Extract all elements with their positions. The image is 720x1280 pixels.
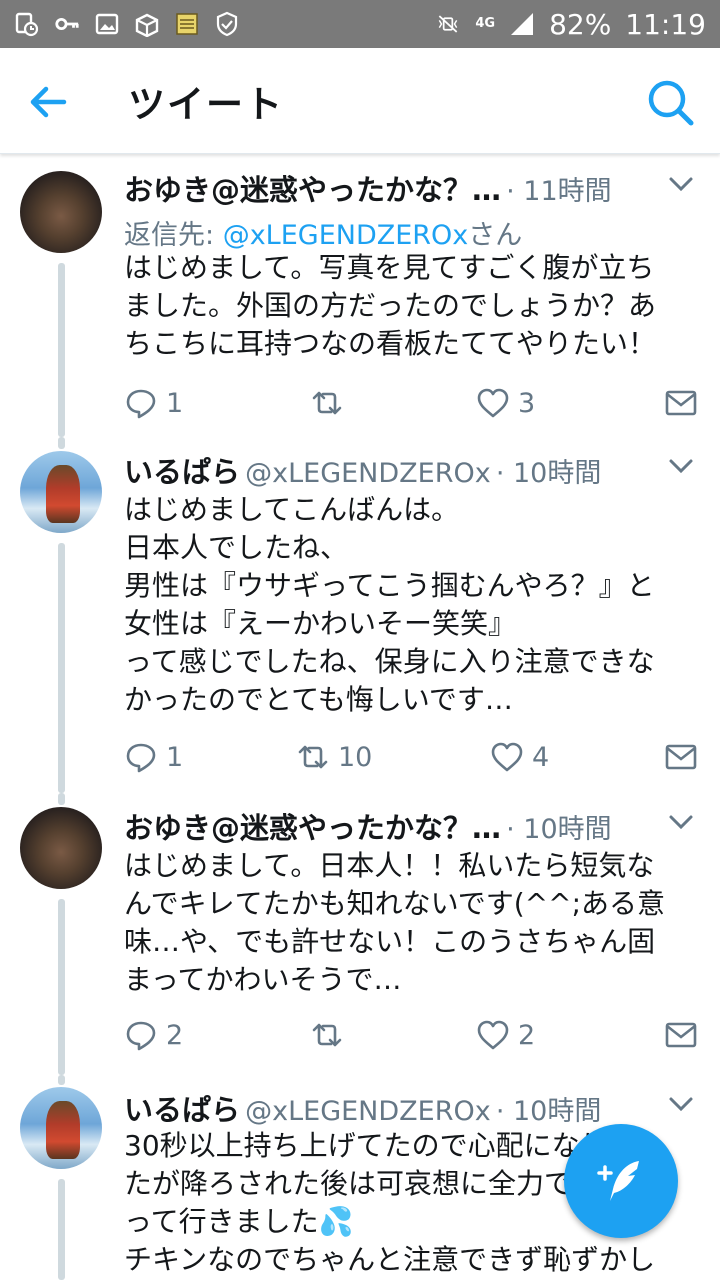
direct-message-button[interactable] (664, 383, 698, 423)
retweet-icon (312, 1023, 342, 1047)
chevron-down-icon[interactable] (666, 169, 696, 199)
tweet-thread[interactable]: おゆき@迷惑やったかな？… · 11時間 返信先: @xLEGENDZEROxさ… (0, 155, 720, 1280)
thread-line (58, 263, 65, 437)
notepad-icon (174, 11, 200, 37)
direct-message-button[interactable] (664, 1015, 698, 1055)
reply-suffix: さん (468, 220, 523, 251)
thread-line (58, 793, 65, 805)
retweet-button[interactable]: 10 (296, 737, 372, 777)
reply-button[interactable]: 1 (124, 383, 183, 423)
search-icon (648, 80, 694, 126)
battery-percent: 82% (549, 7, 612, 41)
reply-icon (126, 1021, 156, 1051)
separator-dot: · (506, 814, 524, 845)
avatar[interactable] (20, 171, 102, 253)
avatar[interactable] (20, 451, 102, 533)
tweet-item[interactable]: いるぱら @xLEGENDZEROx · 10時間 はじめましてこんばんは。 日… (0, 437, 720, 793)
clock-time: 11:19 (625, 7, 706, 41)
user-handle[interactable]: @xLEGENDZEROx (245, 458, 491, 489)
retweet-icon (298, 745, 328, 769)
tweet-header: おゆき@迷惑やったかな？… · 10時間 (124, 805, 700, 849)
avatar[interactable] (20, 807, 102, 889)
compose-feather-icon (597, 1161, 639, 1201)
user-handle[interactable]: @xLEGENDZEROx (245, 1096, 491, 1127)
reply-button[interactable]: 2 (124, 1015, 183, 1055)
heart-icon (477, 1020, 509, 1050)
page-title: ツイート (128, 83, 284, 126)
tweet-header: いるぱら @xLEGENDZEROx · 10時間 (124, 449, 700, 493)
network-type: 4G (475, 16, 496, 31)
tweet-item[interactable]: おゆき@迷惑やったかな？… · 11時間 返信先: @xLEGENDZEROxさ… (0, 155, 720, 437)
reply-count: 2 (166, 1019, 184, 1051)
envelope-icon (665, 744, 697, 770)
back-button[interactable] (24, 78, 72, 126)
like-button[interactable]: 3 (476, 383, 535, 423)
envelope-icon (665, 390, 697, 416)
signal-icon (509, 11, 535, 37)
back-arrow-icon (30, 86, 67, 118)
app-bar: ツイート (0, 48, 720, 154)
avatar[interactable] (20, 1087, 102, 1169)
tweet-actions: 2 2 (124, 1015, 704, 1059)
reply-to-line: 返信先: @xLEGENDZEROxさん (124, 213, 522, 252)
tweet-time: 10時間 (523, 814, 612, 845)
thread-line (58, 899, 65, 1075)
tweet-header: おゆき@迷惑やったかな？… · 11時間 (124, 167, 700, 211)
separator-dot: · (495, 458, 513, 489)
envelope-icon (665, 1022, 697, 1048)
like-count: 2 (518, 1019, 536, 1051)
display-name[interactable]: おゆき@迷惑やったかな？… (124, 173, 501, 207)
reply-count: 1 (166, 741, 184, 773)
reply-icon (126, 743, 156, 773)
tweet-text: はじめまして。写真を見てすごく腹が立ち ました。外国の方だったのでしょうか？あ … (124, 251, 657, 360)
retweet-button[interactable] (310, 383, 352, 423)
heart-icon (491, 742, 523, 772)
status-right-icons: 4G 82% 11:19 (435, 8, 706, 41)
reply-mention-link[interactable]: @xLEGENDZEROx (223, 220, 469, 251)
key-icon (54, 11, 80, 37)
clock-file-icon (14, 11, 40, 37)
vibrate-mute-icon (435, 11, 461, 37)
status-bar: 4G 82% 11:19 (0, 0, 720, 48)
like-count: 3 (518, 387, 536, 419)
chevron-down-icon[interactable] (666, 1089, 696, 1119)
tweet-text: はじめましてこんばんは。 日本人でしたね、 男性は『ウサギってこう掴むんやろ？』… (124, 493, 655, 716)
tweet-actions: 1 3 (124, 383, 704, 427)
status-left-icons (14, 11, 240, 37)
retweet-button[interactable] (310, 1015, 352, 1055)
display-name[interactable]: いるぱら (124, 455, 240, 489)
retweet-icon (312, 391, 342, 415)
compose-tweet-button[interactable] (564, 1124, 678, 1238)
heart-icon (477, 388, 509, 418)
like-count: 4 (532, 741, 550, 773)
tweet-time: 10時間 (512, 458, 602, 489)
reply-icon (126, 389, 156, 419)
like-button[interactable]: 4 (490, 737, 549, 777)
direct-message-button[interactable] (664, 737, 698, 777)
reply-count: 1 (166, 387, 184, 419)
display-name[interactable]: いるぱら (124, 1093, 240, 1127)
package-icon (134, 11, 160, 37)
chevron-down-icon[interactable] (666, 451, 696, 481)
thread-line (58, 1075, 65, 1085)
retweet-count: 10 (338, 741, 373, 773)
like-button[interactable]: 2 (476, 1015, 535, 1055)
thread-line (58, 1179, 65, 1280)
search-button[interactable] (644, 76, 696, 128)
thread-line (58, 437, 65, 449)
tweet-time: 10時間 (512, 1096, 602, 1127)
reply-to-label: 返信先: (124, 220, 223, 251)
separator-dot: · (495, 1096, 513, 1127)
image-icon (94, 11, 120, 37)
tweet-time: 11時間 (523, 176, 612, 207)
chevron-down-icon[interactable] (666, 807, 696, 837)
tweet-text: はじめまして。日本人！！私いたら短気な んでキレてたかも知れないです(^^;ある… (124, 849, 666, 996)
shield-check-icon (214, 11, 240, 37)
display-name[interactable]: おゆき@迷惑やったかな？… (124, 811, 501, 845)
thread-line (58, 543, 65, 793)
tweet-actions: 1 10 4 (124, 737, 704, 781)
reply-button[interactable]: 1 (124, 737, 183, 777)
separator-dot: · (506, 176, 524, 207)
tweet-item[interactable]: おゆき@迷惑やったかな？… · 10時間 はじめまして。日本人！！私いたら短気な… (0, 793, 720, 1075)
